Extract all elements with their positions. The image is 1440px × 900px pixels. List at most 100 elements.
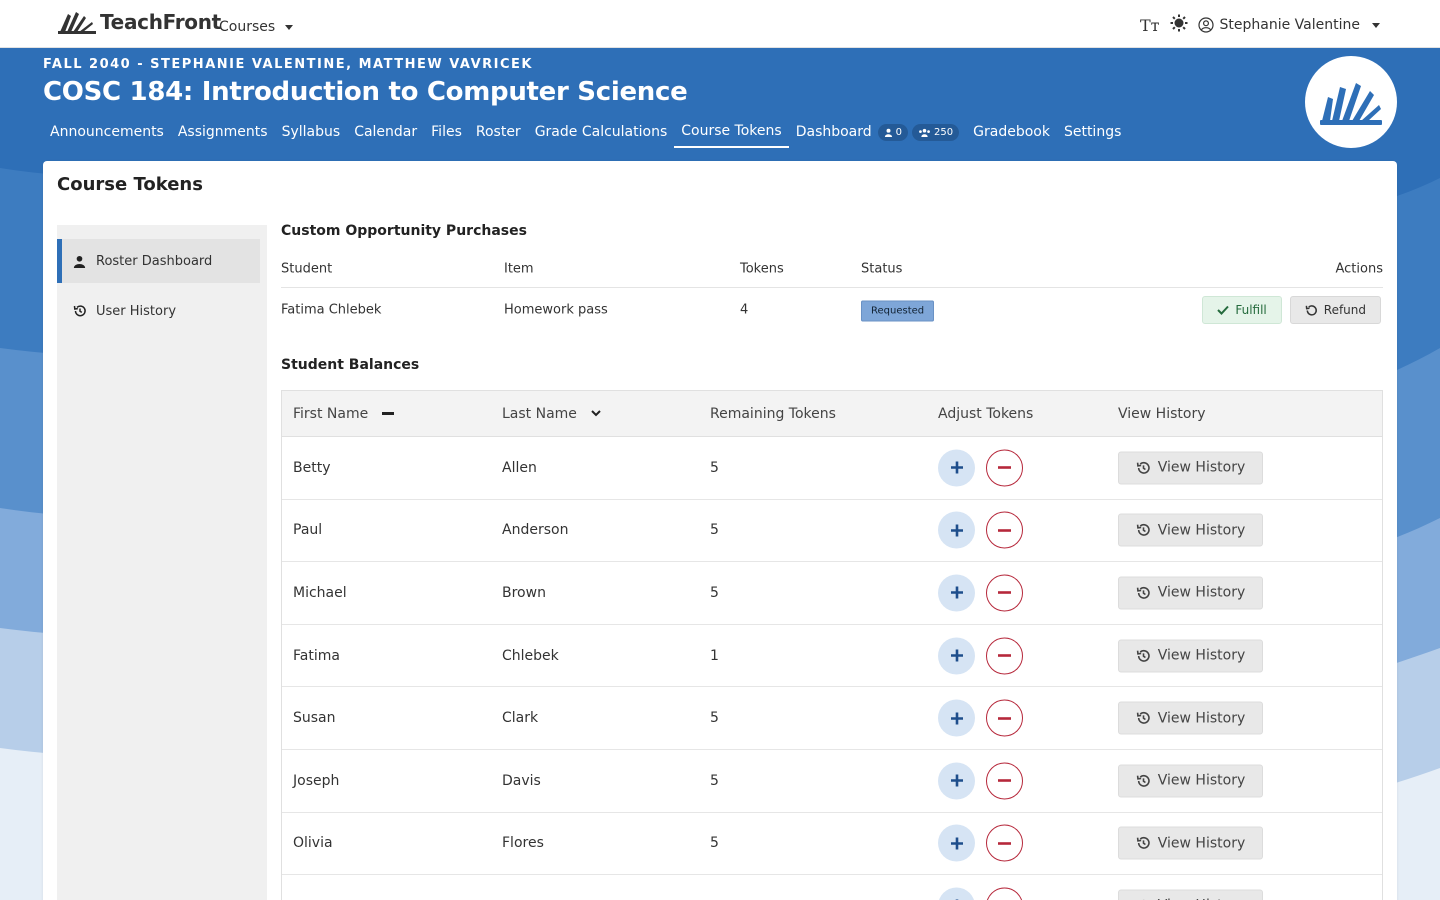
fulfill-button[interactable]: Fulfill (1202, 296, 1282, 324)
tab-syllabus[interactable]: Syllabus (275, 122, 348, 147)
table-row: Michael Brown 5 View History (282, 562, 1382, 625)
view-history-button[interactable]: View History (1118, 451, 1263, 485)
tab-dashboard-label: Dashboard (795, 124, 872, 140)
table-row: Olivia Flores 5 View History (282, 813, 1382, 876)
view-history-label: View History (1157, 772, 1246, 789)
remaining-tokens-cell: 1 (710, 647, 719, 664)
tab-calendar[interactable]: Calendar (347, 122, 424, 147)
table-row: Betty Allen 5 View History (282, 437, 1382, 500)
sidebar-item-user-history[interactable]: User History (57, 289, 260, 333)
history-icon (1136, 460, 1151, 475)
remove-token-button[interactable] (986, 762, 1023, 800)
tab-files[interactable]: Files (424, 122, 469, 147)
last-name-cell: Brown (502, 584, 546, 601)
text-size-icon[interactable]: Tт (1140, 16, 1160, 35)
tab-course-tokens[interactable]: Course Tokens (674, 121, 789, 148)
user-count-badge: 0 (877, 123, 909, 141)
add-token-button[interactable] (938, 699, 975, 737)
course-term: FALL 2040 - STEPHANIE VALENTINE, MATTHEW… (43, 57, 533, 72)
view-history-button[interactable]: View History (1118, 764, 1263, 798)
minus-icon (998, 529, 1011, 532)
view-history-label: View History (1157, 647, 1246, 664)
theme-toggle-icon[interactable] (1170, 14, 1188, 36)
col-adjust-tokens: Adjust Tokens (938, 405, 1034, 422)
view-history-label: View History (1157, 459, 1246, 476)
table-row: View History (282, 875, 1382, 900)
minus-icon (998, 779, 1011, 783)
remove-token-button[interactable] (986, 824, 1023, 862)
tab-gradebook[interactable]: Gradebook (966, 122, 1057, 147)
table-row: Susan Clark 5 View History (282, 687, 1382, 750)
courses-dropdown[interactable]: Courses (219, 19, 294, 35)
minus-icon (998, 466, 1011, 470)
balances-table: First Name Last Name Remaining Tokens Ad… (281, 390, 1383, 900)
history-icon (1136, 836, 1151, 851)
user-avatar-icon (1197, 17, 1214, 33)
history-icon (1136, 523, 1151, 538)
view-history-label: View History (1157, 710, 1246, 727)
purchase-item: Homework pass (504, 302, 608, 318)
teachfront-fan-icon (1320, 83, 1382, 125)
tab-roster[interactable]: Roster (469, 122, 528, 147)
view-history-button[interactable]: View History (1118, 513, 1263, 547)
sidebar-item-label: User History (96, 303, 177, 319)
add-token-button[interactable] (938, 887, 975, 900)
tab-dashboard[interactable]: Dashboard 0 250 (789, 122, 966, 148)
last-name-cell: Anderson (502, 522, 569, 539)
sidebar-item-roster-dashboard[interactable]: Roster Dashboard (57, 239, 260, 283)
first-name-cell: Joseph (293, 772, 340, 789)
table-row: Fatima Chlebek 1 View History (282, 625, 1382, 688)
col-student: Student (281, 261, 333, 276)
plus-icon (950, 837, 963, 850)
remove-token-button[interactable] (986, 449, 1023, 487)
view-history-button[interactable]: View History (1118, 889, 1263, 900)
minus-icon (998, 716, 1011, 720)
chevron-down-icon (591, 410, 601, 417)
remaining-tokens-cell: 5 (710, 710, 719, 727)
add-token-button[interactable] (938, 762, 975, 800)
sort-first-name[interactable]: First Name (293, 406, 395, 422)
add-token-button[interactable] (938, 511, 975, 549)
add-token-button[interactable] (938, 824, 975, 862)
first-name-cell: Michael (293, 584, 347, 601)
user-name: Stephanie Valentine (1219, 17, 1360, 33)
add-token-button[interactable] (938, 449, 975, 487)
view-history-button[interactable]: View History (1118, 826, 1263, 860)
course-logo (1305, 56, 1397, 148)
remove-token-button[interactable] (986, 637, 1023, 675)
col-view-history: View History (1118, 405, 1206, 422)
sort-neutral-icon (382, 412, 395, 415)
remove-token-button[interactable] (986, 699, 1023, 737)
top-navbar: TeachFront Courses Tт Stephanie Valentin… (0, 0, 1440, 48)
remove-token-button[interactable] (986, 887, 1023, 900)
last-name-cell: Flores (502, 835, 544, 852)
last-name-cell: Clark (502, 710, 539, 727)
chevron-down-icon (1372, 22, 1380, 28)
user-menu[interactable]: Stephanie Valentine (1197, 17, 1380, 33)
remove-token-button[interactable] (986, 574, 1023, 612)
view-history-button[interactable]: View History (1118, 639, 1263, 673)
group-count-badge: 250 (912, 123, 960, 141)
add-token-button[interactable] (938, 637, 975, 675)
course-nav: Announcements Assignments Syllabus Calen… (43, 121, 1128, 148)
tab-grade-calculations[interactable]: Grade Calculations (528, 122, 675, 147)
tab-assignments[interactable]: Assignments (171, 122, 275, 147)
remove-token-button[interactable] (986, 511, 1023, 549)
view-history-button[interactable]: View History (1118, 576, 1263, 610)
last-name-cell: Allen (502, 459, 537, 476)
tab-announcements[interactable]: Announcements (43, 122, 171, 147)
plus-icon (950, 712, 963, 725)
purchase-student: Fatima Chlebek (281, 302, 382, 318)
add-token-button[interactable] (938, 574, 975, 612)
view-history-button[interactable]: View History (1118, 701, 1263, 735)
col-status: Status (861, 261, 903, 276)
teachfront-logo-icon (58, 12, 96, 34)
table-row: Joseph Davis 5 View History (282, 750, 1382, 813)
first-name-cell: Betty (293, 459, 331, 476)
tab-settings[interactable]: Settings (1057, 122, 1128, 147)
remaining-tokens-cell: 5 (710, 584, 719, 601)
sort-last-name[interactable]: Last Name (502, 406, 601, 422)
brand-logo[interactable]: TeachFront (58, 10, 221, 34)
refund-button[interactable]: Refund (1289, 296, 1381, 324)
view-history-label: View History (1157, 584, 1246, 601)
